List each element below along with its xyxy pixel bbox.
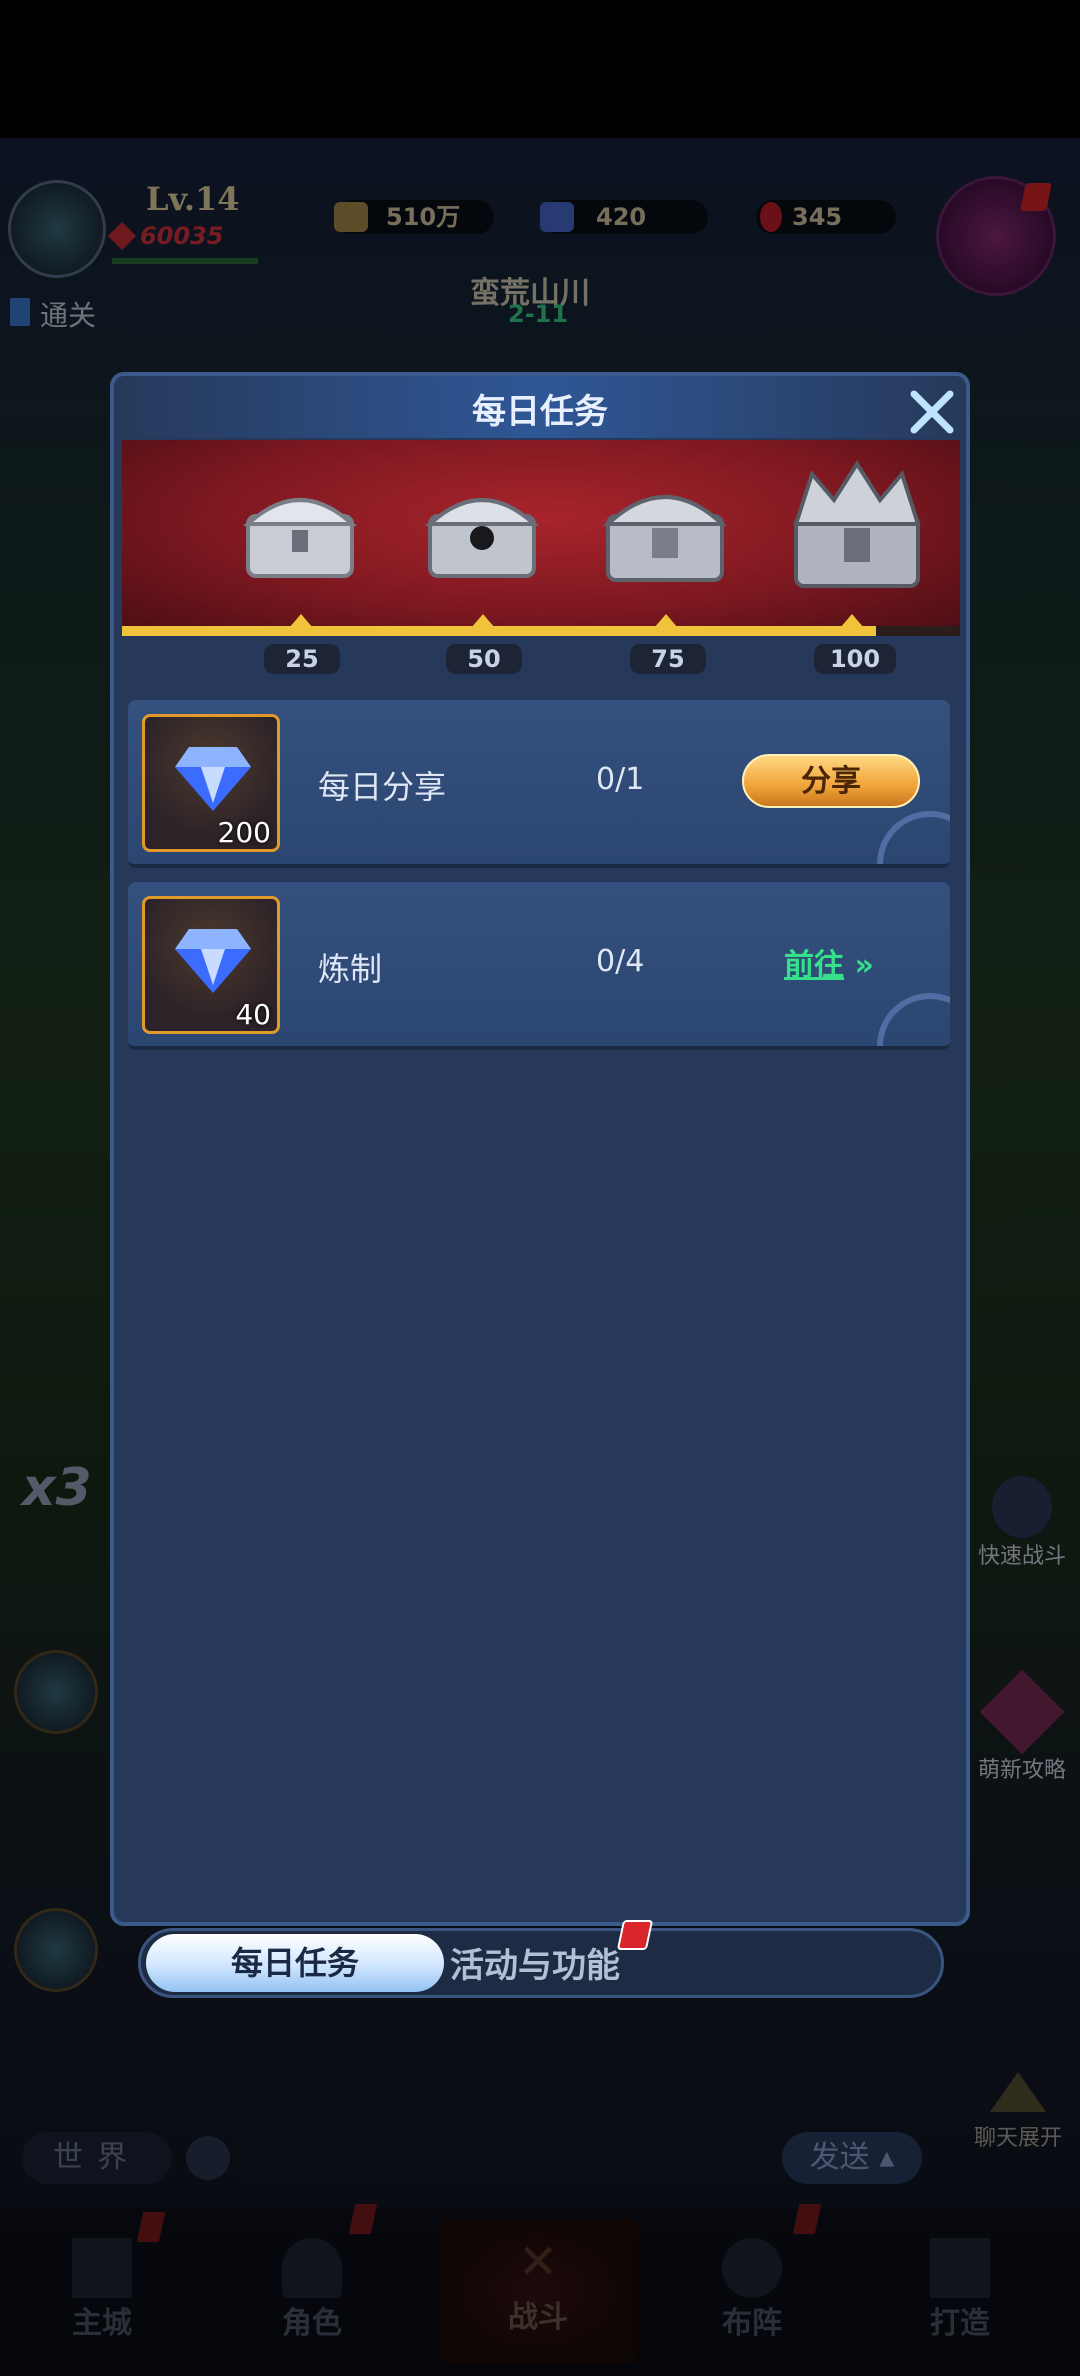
goto-label: 前往	[784, 948, 844, 983]
milestone-label: 50	[446, 644, 522, 674]
task-row: 40 炼制 0/4 前往 »	[128, 882, 950, 1050]
reward-icon[interactable]: 40	[142, 896, 280, 1034]
ornament-icon	[877, 993, 950, 1046]
milestone-label: 100	[814, 644, 896, 674]
chest-icon[interactable]	[782, 454, 921, 588]
reward-icon[interactable]: 200	[142, 714, 280, 852]
task-progress: 0/4	[596, 944, 645, 979]
milestone-marker	[654, 614, 678, 628]
alert-badge-icon	[616, 1920, 654, 1950]
reward-quantity: 200	[217, 816, 271, 849]
milestone-marker	[471, 614, 495, 628]
close-icon	[910, 390, 954, 434]
task-name: 炼制	[318, 950, 383, 988]
chest-icon[interactable]	[422, 476, 542, 596]
milestone-label: 25	[264, 644, 340, 674]
milestone-marker	[840, 614, 864, 628]
task-progress: 0/1	[596, 762, 645, 797]
task-name: 每日分享	[318, 768, 447, 806]
modal-title: 每日任务	[472, 392, 608, 432]
milestone-marker	[289, 614, 313, 628]
reward-banner	[122, 440, 960, 636]
task-row: 200 每日分享 0/1 分享	[128, 700, 950, 868]
chest-progress-fill	[122, 626, 876, 636]
ornament-icon	[877, 811, 950, 864]
chest-icon[interactable]	[240, 476, 360, 596]
milestone-label: 75	[630, 644, 706, 674]
chest-icon[interactable]	[600, 470, 728, 590]
tab-daily-tasks[interactable]: 每日任务	[146, 1934, 444, 1992]
diamond-icon	[175, 747, 251, 811]
reward-quantity: 40	[235, 998, 271, 1031]
diamond-icon	[175, 929, 251, 993]
close-button[interactable]	[906, 386, 958, 438]
tab-events-features[interactable]: 活动与功能	[450, 1938, 620, 1987]
daily-tasks-modal: 每日任务 25 50 75 100 200 每日分享 0/1 分享 40 炼制 …	[110, 372, 970, 1926]
status-bar	[0, 0, 1080, 138]
